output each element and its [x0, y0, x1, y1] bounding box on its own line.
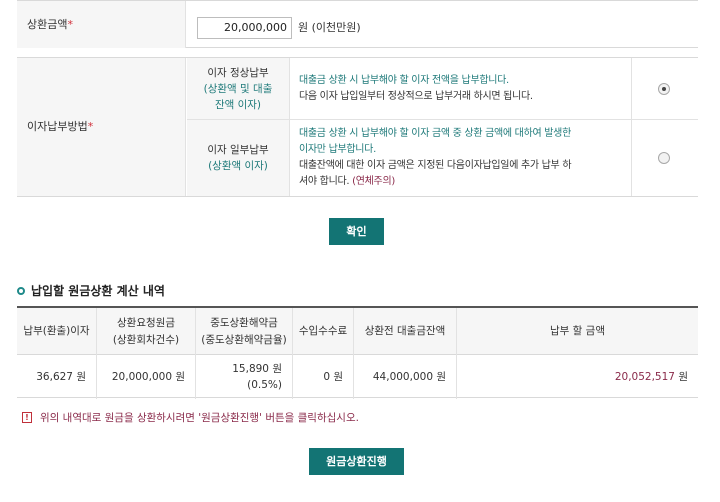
section-title-text: 납입할 원금상환 계산 내역 [31, 284, 165, 298]
cell-principal: 20,000,000 원 [97, 355, 196, 399]
option-desc-line: 다음 이자 납입일부터 정상적으로 납부거래 하시면 됩니다. [299, 90, 533, 102]
table-header-row: 납부(환출)이자 상환요청원금 (상환회차건수) 중도상환해약금 (중도상환해약… [17, 308, 698, 355]
header-text: 납부(환출)이자 [23, 325, 90, 337]
header-text: 중도상환해약금 [210, 316, 278, 329]
header-text: (중도상환해약금율) [201, 333, 287, 346]
radio-cell [631, 58, 698, 119]
header-penalty: 중도상환해약금 (중도상환해약금율) [196, 308, 293, 355]
option-desc-line: 대출금 상환 시 납부해야 할 이자 전액을 납부합니다. [299, 74, 509, 86]
option-desc-line: 셔야 합니다. (연체주의) [299, 174, 632, 190]
cell-text: 20,000,000 원 [111, 371, 185, 383]
table-row: 36,627 원 20,000,000 원 15,890 원 (0.5%) 0 … [17, 355, 698, 399]
interest-method-label: 이자납부방법* [17, 58, 186, 196]
header-principal: 상환요청원금 (상환회차건수) [97, 308, 196, 355]
calculation-table: 납부(환출)이자 상환요청원금 (상환회차건수) 중도상환해약금 (중도상환해약… [17, 306, 698, 399]
cell-interest: 36,627 원 [17, 355, 97, 399]
total-unit: 원 [678, 371, 688, 383]
option-title-line: 이자 일부납부 [207, 144, 269, 156]
header-balance: 상환전 대출금잔액 [354, 308, 457, 355]
header-interest: 납부(환출)이자 [17, 308, 97, 355]
header-total: 납부 할 금액 [457, 308, 698, 355]
option-title-line: 잔액 이자) [214, 98, 262, 111]
interest-method-label-text: 이자납부방법 [27, 120, 88, 133]
header-fee: 수입수수료 [293, 308, 354, 355]
cell-balance: 44,000,000 원 [354, 355, 457, 399]
header-text: (상환회차건수) [112, 333, 180, 346]
confirm-button[interactable]: 확인 [329, 218, 384, 245]
alert-icon: ! [22, 412, 32, 423]
interest-option-full-desc: 대출금 상환 시 납부해야 할 이자 전액을 납부합니다. 다음 이자 납입일부… [299, 58, 632, 119]
header-text: 상환전 대출금잔액 [364, 325, 446, 337]
cell-text: 20,052,517 원 [615, 369, 688, 385]
cell-text: 0 원 [323, 371, 343, 383]
interest-option-full-radio[interactable] [658, 83, 670, 95]
cell-text: 36,627 원 [36, 371, 86, 383]
required-mark: * [87, 120, 94, 133]
header-text: 납부 할 금액 [550, 325, 605, 337]
repayment-amount-label: 상환금액* [17, 1, 186, 48]
bullet-icon [17, 287, 25, 295]
option-desc-line: 이자만 납부합니다. [299, 144, 376, 155]
option-title-line: 이자 정상납부 [207, 66, 269, 79]
option-title-line: (상환액 이자) [208, 160, 268, 172]
header-text: 수입수수료 [298, 325, 348, 337]
interest-option-partial-desc: 대출금 상환 시 납부해야 할 이자 금액 중 상환 금액에 대하여 발생한 이… [299, 120, 632, 196]
repayment-amount-input[interactable]: 20,000,000 [197, 17, 292, 39]
option-desc-text: 셔야 합니다. [299, 176, 350, 187]
option-desc-line: 대출잔액에 대한 이자 금액은 지정된 다음이자납입일에 추가 납부 하 [299, 160, 572, 171]
total-amount: 20,052,517 [614, 371, 675, 383]
required-mark: * [67, 18, 73, 31]
cell-fee: 0 원 [293, 355, 354, 399]
overdue-warning: (연체주의) [352, 176, 395, 187]
repayment-amount-label-text: 상환금액 [27, 18, 68, 31]
interest-option-full: 이자 정상납부 (상환액 및 대출 잔액 이자) 대출금 상환 시 납부해야 할… [187, 58, 698, 120]
cell-text: 15,890 원 [232, 363, 282, 375]
header-text: 상환요청원금 [117, 316, 175, 329]
radio-cell [631, 120, 698, 196]
cell-text: 44,000,000 원 [372, 371, 446, 383]
cell-penalty: 15,890 원 (0.5%) [196, 355, 293, 399]
cell-total: 20,052,517 원 [457, 355, 698, 399]
repayment-amount-row: 상환금액* 20,000,000 원 (이천만원) [17, 0, 698, 48]
cell-text: (0.5%) [247, 379, 282, 391]
option-desc-line: 대출금 상환 시 납부해야 할 이자 금액 중 상환 금액에 대하여 발생한 [299, 128, 571, 139]
interest-option-partial: 이자 일부납부 (상환액 이자) 대출금 상환 시 납부해야 할 이자 금액 중… [187, 120, 698, 196]
section-title: 납입할 원금상환 계산 내역 [17, 282, 165, 299]
interest-option-partial-title: 이자 일부납부 (상환액 이자) [187, 120, 290, 196]
proceed-repayment-button[interactable]: 원금상환진행 [309, 448, 404, 475]
interest-option-partial-radio[interactable] [658, 152, 670, 164]
option-title-line: (상환액 및 대출 [203, 82, 273, 95]
notice: ! 위의 내역대로 원금을 상환하시려면 '원금상환진행' 버튼을 클릭하십시오… [22, 410, 359, 425]
interest-option-full-title: 이자 정상납부 (상환액 및 대출 잔액 이자) [187, 58, 290, 119]
notice-text: 위의 내역대로 원금을 상환하시려면 '원금상환진행' 버튼을 클릭하십시오. [40, 412, 359, 424]
interest-method-row: 이자납부방법* 이자 정상납부 (상환액 및 대출 잔액 이자) 대출금 상환 … [17, 57, 698, 197]
repayment-amount-unit: 원 (이천만원) [298, 21, 361, 34]
